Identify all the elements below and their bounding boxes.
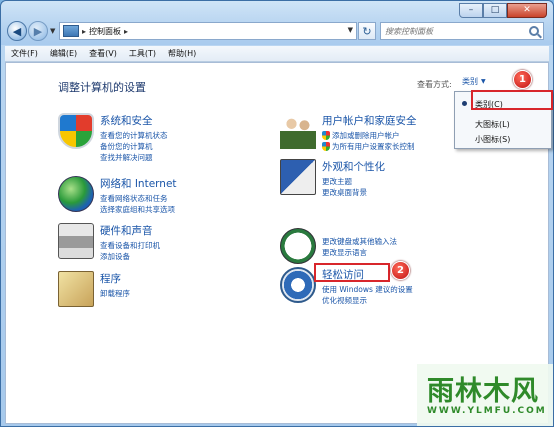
view-by-option-large-icons[interactable]: 大图标(L) — [475, 119, 510, 130]
category-link[interactable]: 更改显示语言 — [322, 247, 397, 258]
chevron-down-icon: ▼ — [50, 27, 56, 35]
breadcrumb-arrow[interactable]: ▸ — [124, 27, 128, 36]
category-network-internet: 网络和 Internet 查看网络状态和任务 选择家庭组和共享选项 — [58, 176, 177, 215]
category-link[interactable]: 查看您的计算机状态 — [100, 130, 168, 141]
menu-bar: 文件(F) 编辑(E) 查看(V) 工具(T) 帮助(H) — [5, 46, 549, 62]
menu-tools[interactable]: 工具(T) — [129, 48, 156, 59]
forward-button[interactable]: ▶ — [28, 21, 48, 41]
watermark-logo: 雨林木风 WWW.YLMFU.COM — [417, 364, 553, 426]
view-by-dropdown[interactable]: 类别 ▼ — [462, 76, 486, 87]
appearance-icon[interactable] — [280, 159, 316, 195]
view-by-option-small-icons[interactable]: 小图标(S) — [475, 134, 510, 145]
category-link[interactable]: 添加设备 — [100, 251, 160, 262]
category-title[interactable]: 网络和 Internet — [100, 176, 177, 191]
search-box[interactable] — [380, 22, 544, 40]
breadcrumb-root-arrow[interactable]: ▸ — [82, 27, 86, 36]
category-link[interactable]: 为所有用户设置家长控制 — [322, 141, 417, 152]
category-title[interactable]: 硬件和声音 — [100, 223, 160, 238]
category-link[interactable]: 更改主题 — [322, 176, 385, 187]
recent-pages-dropdown[interactable]: ▼ — [50, 27, 55, 35]
maximize-button[interactable]: □ — [483, 3, 507, 18]
category-user-accounts: 用户帐户和家庭安全 添加或删除用户帐户 为所有用户设置家长控制 — [280, 113, 417, 152]
title-bar: – □ ✕ ◀ ▶ ▼ ▸ 控制面板 ▸ ▼ ↻ — [1, 1, 553, 45]
menu-view[interactable]: 查看(V) — [89, 48, 117, 59]
refresh-icon: ↻ — [362, 24, 372, 38]
category-clock-language: 更改键盘或其他输入法 更改显示语言 — [280, 228, 397, 264]
step-badge-1: 1 — [513, 70, 532, 89]
category-system-security: 系统和安全 查看您的计算机状态 备份您的计算机 查找并解决问题 — [58, 113, 168, 163]
search-input[interactable] — [385, 26, 525, 36]
category-link[interactable]: 选择家庭组和共享选项 — [100, 204, 177, 215]
view-by-label: 查看方式: — [417, 80, 452, 89]
clock-globe-icon[interactable] — [280, 228, 316, 264]
category-link[interactable]: 添加或删除用户帐户 — [322, 130, 417, 141]
category-title[interactable]: 程序 — [100, 271, 130, 286]
category-link[interactable]: 查看网络状态和任务 — [100, 193, 177, 204]
view-by-value: 类别 — [462, 77, 478, 86]
printer-icon[interactable] — [58, 223, 94, 259]
close-button[interactable]: ✕ — [507, 3, 547, 18]
category-link[interactable]: 使用 Windows 建议的设置 — [322, 284, 413, 295]
search-icon[interactable] — [529, 26, 539, 36]
category-link[interactable]: 更改桌面背景 — [322, 187, 385, 198]
control-panel-window: – □ ✕ ◀ ▶ ▼ ▸ 控制面板 ▸ ▼ ↻ 文件(F) 编辑(E) 查看(… — [0, 0, 554, 427]
menu-edit[interactable]: 编辑(E) — [50, 48, 77, 59]
users-icon[interactable] — [280, 113, 316, 149]
refresh-button[interactable]: ↻ — [358, 22, 376, 40]
category-link[interactable]: 查看设备和打印机 — [100, 240, 160, 251]
category-title[interactable]: 用户帐户和家庭安全 — [322, 113, 417, 128]
back-button[interactable]: ◀ — [7, 21, 27, 41]
shield-icon[interactable] — [58, 113, 94, 149]
menu-file[interactable]: 文件(F) — [11, 48, 38, 59]
breadcrumb-control-panel[interactable]: 控制面板 — [89, 26, 121, 37]
watermark-title: 雨林木风 — [427, 376, 539, 407]
chevron-down-icon: ▼ — [481, 78, 486, 85]
watermark-url: WWW.YLMFU.COM — [427, 406, 547, 416]
globe-network-icon[interactable] — [58, 176, 94, 212]
selected-radio-icon — [462, 101, 467, 106]
step-badge-2: 2 — [391, 261, 410, 280]
arrow-left-icon: ◀ — [12, 24, 22, 38]
highlight-box-ease-of-access — [314, 263, 390, 282]
category-link[interactable]: 更改键盘或其他输入法 — [322, 236, 397, 247]
category-title[interactable]: 外观和个性化 — [322, 159, 385, 174]
category-programs: 程序 卸载程序 — [58, 271, 130, 307]
window-controls: – □ ✕ — [459, 3, 547, 18]
uac-shield-icon — [322, 131, 330, 140]
category-link[interactable]: 优化视频显示 — [322, 295, 413, 306]
page-title: 调整计算机的设置 — [58, 81, 146, 94]
address-dropdown-icon[interactable]: ▼ — [348, 26, 353, 34]
programs-icon[interactable] — [58, 271, 94, 307]
minimize-button[interactable]: – — [459, 3, 483, 18]
arrow-right-icon: ▶ — [33, 24, 43, 38]
highlight-box-category-option — [471, 90, 553, 110]
category-title[interactable]: 系统和安全 — [100, 113, 168, 128]
uac-shield-icon — [322, 142, 330, 151]
menu-help[interactable]: 帮助(H) — [168, 48, 196, 59]
category-hardware-sound: 硬件和声音 查看设备和打印机 添加设备 — [58, 223, 160, 262]
category-link[interactable]: 卸载程序 — [100, 288, 130, 299]
address-bar[interactable]: ▸ 控制面板 ▸ ▼ — [59, 22, 357, 40]
ease-of-access-icon[interactable] — [280, 267, 316, 303]
category-appearance: 外观和个性化 更改主题 更改桌面背景 — [280, 159, 385, 198]
control-panel-icon — [63, 25, 79, 37]
category-link[interactable]: 备份您的计算机 — [100, 141, 168, 152]
category-link[interactable]: 查找并解决问题 — [100, 152, 168, 163]
